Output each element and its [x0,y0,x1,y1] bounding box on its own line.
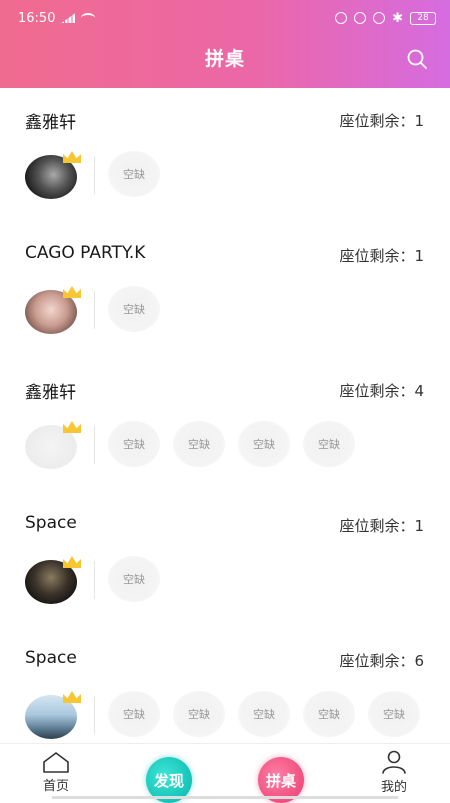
empty-seat[interactable]: 空缺 [303,421,355,467]
host-avatar[interactable] [25,286,81,334]
app-header: 16:50 ✱ 28 拼桌 [0,0,450,88]
table-card[interactable]: Space 座位剩余：6 空缺 空缺 空缺 空缺 空缺 [0,628,450,743]
empty-seat[interactable]: 空缺 [108,151,160,197]
user-icon [382,750,406,774]
tab-home[interactable]: 首页 [30,744,82,801]
table-card[interactable]: 鑫雅轩 座位剩余：4 空缺 空缺 空缺 空缺 [0,358,450,493]
table-list: 鑫雅轩 座位剩余：1 空缺 CAGO PARTY.K 座位剩余：1 空缺 鑫雅轩… [0,88,450,743]
empty-seat[interactable]: 空缺 [173,421,225,467]
home-indicator [52,796,398,799]
crown-icon [63,286,81,298]
empty-seat[interactable]: 空缺 [108,286,160,332]
divider [94,426,95,464]
table-card[interactable]: CAGO PARTY.K 座位剩余：1 空缺 [0,223,450,358]
wifi-icon [81,13,96,23]
alarm-icon [373,12,386,24]
host-avatar[interactable] [25,691,81,739]
crown-icon [63,151,81,163]
empty-seat[interactable]: 空缺 [368,691,420,737]
divider [94,696,95,734]
bluetooth-icon: ✱ [392,10,403,26]
host-avatar[interactable] [25,556,81,604]
crown-icon [63,691,81,703]
status-time: 16:50 [18,10,56,26]
venue-name: 鑫雅轩 [25,383,76,403]
tab-mine[interactable]: 我的 [368,744,420,801]
seats-remaining: 座位剩余：6 [339,652,424,670]
table-card[interactable]: 鑫雅轩 座位剩余：1 空缺 [0,88,450,223]
bottom-tab-bar: 首页 发现 拼桌 我的 [0,743,450,803]
empty-seat[interactable]: 空缺 [238,691,290,737]
host-avatar[interactable] [25,421,81,469]
location-icon [354,12,367,24]
divider [94,291,95,329]
seats-remaining: 座位剩余：1 [339,517,424,535]
venue-name: 鑫雅轩 [25,113,76,133]
venue-name: Space [25,513,77,533]
signal-icon [61,13,76,23]
empty-seat[interactable]: 空缺 [238,421,290,467]
venue-name: CAGO PARTY.K [25,243,146,263]
table-card[interactable]: Space 座位剩余：1 空缺 [0,493,450,628]
crown-icon [63,556,81,568]
seats-remaining: 座位剩余：1 [339,112,424,130]
empty-seat[interactable]: 空缺 [303,691,355,737]
page-title: 拼桌 [204,48,245,70]
empty-seat[interactable]: 空缺 [108,556,160,602]
silent-icon [335,12,348,24]
seats-remaining: 座位剩余：4 [339,382,424,400]
empty-seat[interactable]: 空缺 [173,691,225,737]
tab-home-label: 首页 [42,779,69,794]
tab-mine-label: 我的 [380,780,407,795]
host-avatar[interactable] [25,151,81,199]
status-bar: 16:50 ✱ 28 [0,0,450,36]
venue-name: Space [25,648,77,668]
crown-icon [63,421,81,433]
empty-seat[interactable]: 空缺 [108,421,160,467]
home-icon [43,752,69,773]
divider [94,561,95,599]
divider [94,156,95,194]
seats-remaining: 座位剩余：1 [339,247,424,265]
search-icon[interactable] [406,48,428,70]
battery-icon: 28 [410,11,436,25]
empty-seat[interactable]: 空缺 [108,691,160,737]
